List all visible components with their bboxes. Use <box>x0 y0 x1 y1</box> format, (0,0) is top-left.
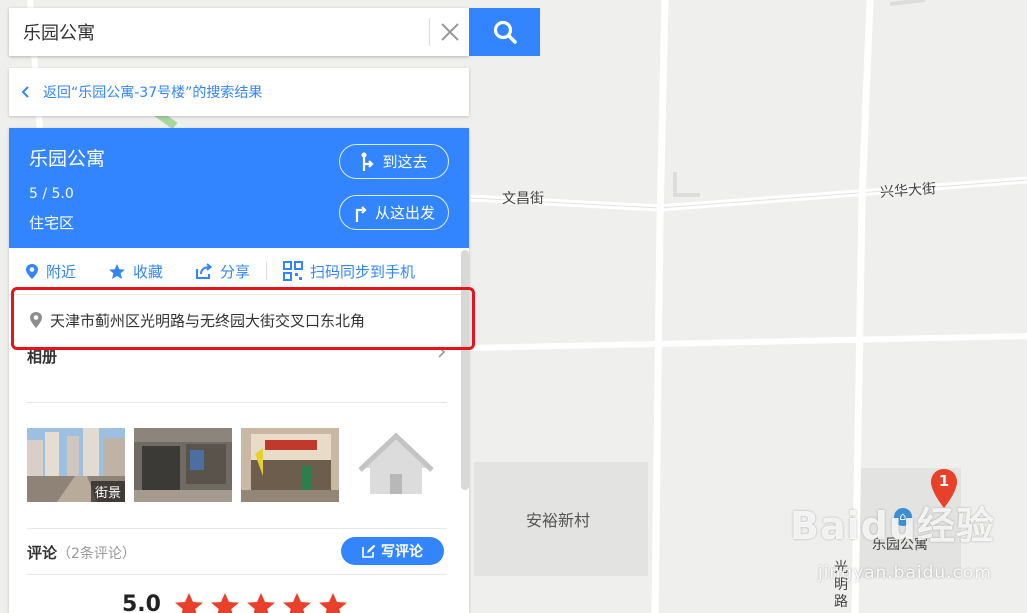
address-highlight-box <box>11 287 475 350</box>
photo-image <box>241 428 339 502</box>
start-here-button[interactable]: 从这出发 <box>339 195 449 230</box>
house-icon <box>358 432 434 494</box>
star-icon <box>247 593 275 613</box>
search-icon <box>493 20 517 44</box>
write-comment-button[interactable]: 写评论 <box>341 537 444 565</box>
photo-thumbnail[interactable] <box>241 428 339 502</box>
map-area-label: 安裕新村 <box>526 511 591 530</box>
qr-code-icon <box>283 261 304 281</box>
map-street-label: 文昌街 <box>502 191 544 207</box>
back-link-text: 返回“乐园公寓-37号楼”的搜索结果 <box>43 85 263 101</box>
poi-rating: 5 / 5.0 <box>29 186 74 202</box>
star-icon <box>283 593 311 613</box>
star-icon <box>109 263 126 279</box>
poi-type: 住宅区 <box>29 214 75 232</box>
comment-score: 5.0 <box>122 592 161 613</box>
map-street-label: 兴华大街 <box>879 181 937 201</box>
star-icon <box>175 593 203 613</box>
share-icon <box>196 262 213 279</box>
watermark-url: jingyan.baidu.com <box>818 563 992 583</box>
search-button[interactable] <box>469 8 540 56</box>
watermark-brand: Baidu经验 <box>790 504 995 548</box>
panel-scrollbar[interactable] <box>461 250 469 490</box>
close-icon <box>441 23 459 41</box>
edit-icon <box>362 544 376 558</box>
location-pin-icon <box>26 263 38 279</box>
search-input[interactable] <box>9 8 419 56</box>
comments-header: 评论（2条评论） <box>27 542 136 563</box>
poi-header: 乐园公寓 5 / 5.0 住宅区 到这去 从这出发 <box>9 128 469 248</box>
scan-sync-label: 扫码同步到手机 <box>310 262 416 281</box>
star-icon <box>319 593 347 613</box>
route-from-icon <box>355 205 367 222</box>
marker-number: 1 <box>938 472 950 490</box>
back-to-results-link[interactable]: 返回“乐园公寓-37号楼”的搜索结果 <box>9 68 469 116</box>
favorite-label: 收藏 <box>133 262 164 281</box>
comments-count: （2条评论） <box>57 546 136 562</box>
clear-button[interactable] <box>429 18 470 46</box>
photo-placeholder[interactable] <box>348 428 446 502</box>
photo-image <box>134 428 232 502</box>
divider <box>27 528 447 529</box>
chevron-left-icon <box>21 86 29 98</box>
write-comment-label: 写评论 <box>381 544 423 560</box>
comments-title: 评论 <box>27 544 58 562</box>
rating-stars <box>174 592 348 613</box>
photo-thumbnail[interactable] <box>134 428 232 502</box>
nearby-label: 附近 <box>46 262 77 281</box>
search-box <box>9 8 469 56</box>
go-here-label: 到这去 <box>382 153 428 171</box>
start-here-label: 从这出发 <box>374 204 435 222</box>
divider <box>27 574 447 575</box>
poi-name: 乐园公寓 <box>29 148 106 170</box>
star-icon <box>211 593 239 613</box>
street-view-tag: 街景 <box>90 481 125 502</box>
go-here-button[interactable]: 到这去 <box>339 144 449 179</box>
poi-detail-panel: 乐园公寓 5 / 5.0 住宅区 到这去 从这出发 附近 收藏 分享 扫码同步到… <box>9 128 469 613</box>
route-to-icon <box>361 152 375 171</box>
divider <box>27 402 447 403</box>
share-label: 分享 <box>220 262 251 281</box>
photo-street-view[interactable]: 街景 <box>27 428 125 502</box>
